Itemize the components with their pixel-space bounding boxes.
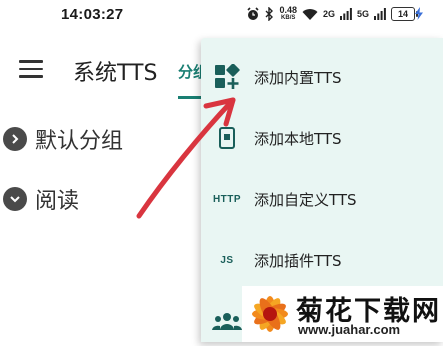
chevron-right-icon: [3, 127, 27, 151]
grid-add-icon: [211, 62, 243, 92]
group-row-reading[interactable]: 阅读: [3, 182, 79, 216]
group-label: 默认分组: [35, 129, 124, 154]
bluetooth-icon: [265, 7, 274, 21]
menu-item-label: 添加内置TTS: [254, 68, 342, 87]
charging-bolt-icon: [415, 7, 423, 20]
tab-indicator: [178, 96, 202, 99]
status-time: 14:03:27: [61, 6, 124, 23]
signal-2g-label: 2G: [322, 9, 335, 19]
net-speed: 0.48 KB/S: [279, 5, 297, 22]
menu-item-label: 添加插件TTS: [254, 251, 342, 270]
group-people-icon: [211, 306, 243, 336]
group-row-default[interactable]: 默认分组: [3, 122, 123, 156]
local-device-icon: [211, 123, 243, 153]
menu-item-add-local-tts[interactable]: 添加本地TTS: [201, 113, 443, 163]
wifi-icon: [302, 8, 318, 20]
page-title: 系统TTS: [73, 61, 158, 86]
signal-bars-icon: [374, 8, 386, 20]
flower-logo-icon: [252, 296, 288, 332]
tab-groups[interactable]: 分组: [178, 61, 202, 82]
status-icons: 0.48 KB/S 2G 5G 14: [246, 4, 418, 24]
watermark-logo: 菊花下载网 www.juahar.com: [242, 286, 443, 342]
battery-indicator: 14: [391, 7, 418, 21]
group-label: 阅读: [35, 189, 80, 214]
menu-item-add-builtin-tts[interactable]: 添加内置TTS: [201, 52, 443, 102]
alarm-icon: [247, 7, 260, 20]
menu-item-label: 添加自定义TTS: [254, 190, 357, 209]
watermark-url: www.juahar.com: [298, 322, 401, 337]
menu-item-add-custom-tts[interactable]: HTTP 添加自定义TTS: [201, 174, 443, 224]
menu-item-add-plugin-tts[interactable]: JS 添加插件TTS: [201, 235, 443, 285]
signal-bars-icon: [339, 8, 352, 20]
js-icon: JS: [220, 254, 234, 266]
signal-5g-label: 5G: [356, 9, 369, 19]
menu-item-label: 添加本地TTS: [254, 129, 342, 148]
menu-icon[interactable]: [19, 60, 43, 78]
chevron-down-icon: [3, 187, 27, 211]
http-icon: HTTP: [212, 193, 242, 205]
status-bar: 14:03:27 0.48 KB/S 2G 5G 14: [0, 0, 443, 30]
